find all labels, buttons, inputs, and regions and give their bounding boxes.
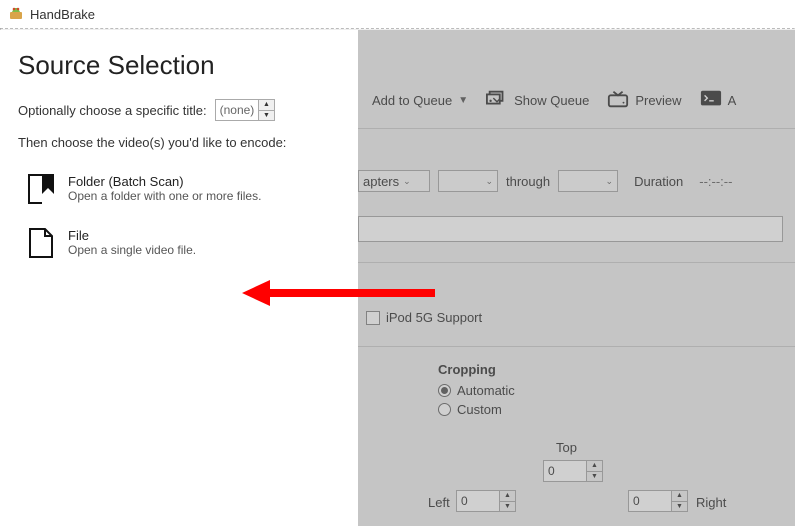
file-sub: Open a single video file. [68,243,196,257]
spin-up[interactable]: ▲ [500,491,515,502]
section-separator-1 [358,262,795,263]
folder-title: Folder (Batch Scan) [68,174,261,189]
ipod-label: iPod 5G Support [386,310,482,325]
panel-heading: Source Selection [18,50,340,81]
activity-label: A [728,93,737,108]
chapter-end-combo[interactable]: ⌄ [558,170,618,192]
cropping-title: Cropping [438,362,515,377]
cropping-custom-row[interactable]: Custom [438,402,515,417]
crop-top-spin[interactable]: 0 ▲▼ [543,460,603,482]
queue-icon [486,89,508,112]
app-title: HandBrake [30,7,95,22]
title-spin-value: (none) [216,100,259,120]
title-select-label: Optionally choose a specific title: [18,103,207,118]
cropping-auto-label: Automatic [457,383,515,398]
file-title: File [68,228,196,243]
source-selection-panel: Source Selection Optionally choose a spe… [0,30,358,526]
crop-right-label: Right [696,495,726,510]
chevron-down-icon: ⌄ [485,176,493,187]
crop-top-label: Top [556,440,577,455]
spin-up[interactable]: ▲ [672,491,687,502]
open-file-option[interactable]: File Open a single video file. [18,222,340,276]
show-queue-label: Show Queue [514,93,589,108]
through-label: through [506,174,550,189]
cropping-custom-radio[interactable] [438,403,451,416]
add-to-queue-label: Add to Queue [372,93,452,108]
chapters-combo[interactable]: apters ⌄ [358,170,430,192]
title-spin-down[interactable]: ▼ [259,111,273,121]
crop-left-value: 0 [457,491,499,511]
add-to-queue-button[interactable]: Add to Queue ▼ [366,89,474,112]
chevron-down-icon: ▼ [458,95,468,106]
instruction-text: Then choose the video(s) you'd like to e… [18,135,340,150]
show-queue-button[interactable]: Show Queue [480,85,595,116]
preview-button[interactable]: Preview [601,85,687,116]
terminal-icon [700,89,722,112]
file-icon [28,228,54,258]
title-spin[interactable]: (none) ▲ ▼ [215,99,275,121]
duration-value: --:--:-- [699,174,732,189]
chapter-start-combo[interactable]: ⌄ [438,170,498,192]
cropping-auto-row[interactable]: Automatic [438,383,515,398]
toolbar: Add to Queue ▼ Show Queue Preview A [358,80,795,120]
chevron-down-icon: ⌄ [606,176,614,187]
spin-down[interactable]: ▼ [587,472,602,482]
chapters-combo-label: apters [363,174,399,189]
title-select-row: Optionally choose a specific title: (non… [18,99,340,121]
ipod-checkbox[interactable] [366,311,380,325]
cropping-group: Cropping Automatic Custom [438,362,515,421]
crop-left-spin[interactable]: 0 ▲▼ [456,490,516,512]
output-path-input[interactable] [358,216,783,242]
folder-icon [28,174,54,204]
folder-sub: Open a folder with one or more files. [68,189,261,203]
cropping-custom-label: Custom [457,402,502,417]
titlebar: HandBrake [0,0,795,28]
spin-down[interactable]: ▼ [672,502,687,512]
crop-left-label: Left [428,495,450,510]
app-icon [8,6,24,22]
crop-right-value: 0 [629,491,671,511]
chevron-down-icon: ⌄ [403,176,411,187]
crop-right-spin[interactable]: 0 ▲▼ [628,490,688,512]
preview-label: Preview [635,93,681,108]
main-background: Add to Queue ▼ Show Queue Preview A [358,30,795,526]
title-spin-up[interactable]: ▲ [259,100,273,111]
cropping-auto-radio[interactable] [438,384,451,397]
chapters-row: apters ⌄ ⌄ through ⌄ Duration --:--:-- [358,170,787,192]
spin-up[interactable]: ▲ [587,461,602,472]
ipod-row: iPod 5G Support [366,310,482,325]
duration-label: Duration [634,174,683,189]
toolbar-separator [358,128,795,129]
activity-button[interactable]: A [694,85,743,116]
section-separator-2 [358,346,795,347]
open-folder-option[interactable]: Folder (Batch Scan) Open a folder with o… [18,168,340,222]
crop-top-value: 0 [544,461,586,481]
tv-icon [607,89,629,112]
spin-down[interactable]: ▼ [500,502,515,512]
